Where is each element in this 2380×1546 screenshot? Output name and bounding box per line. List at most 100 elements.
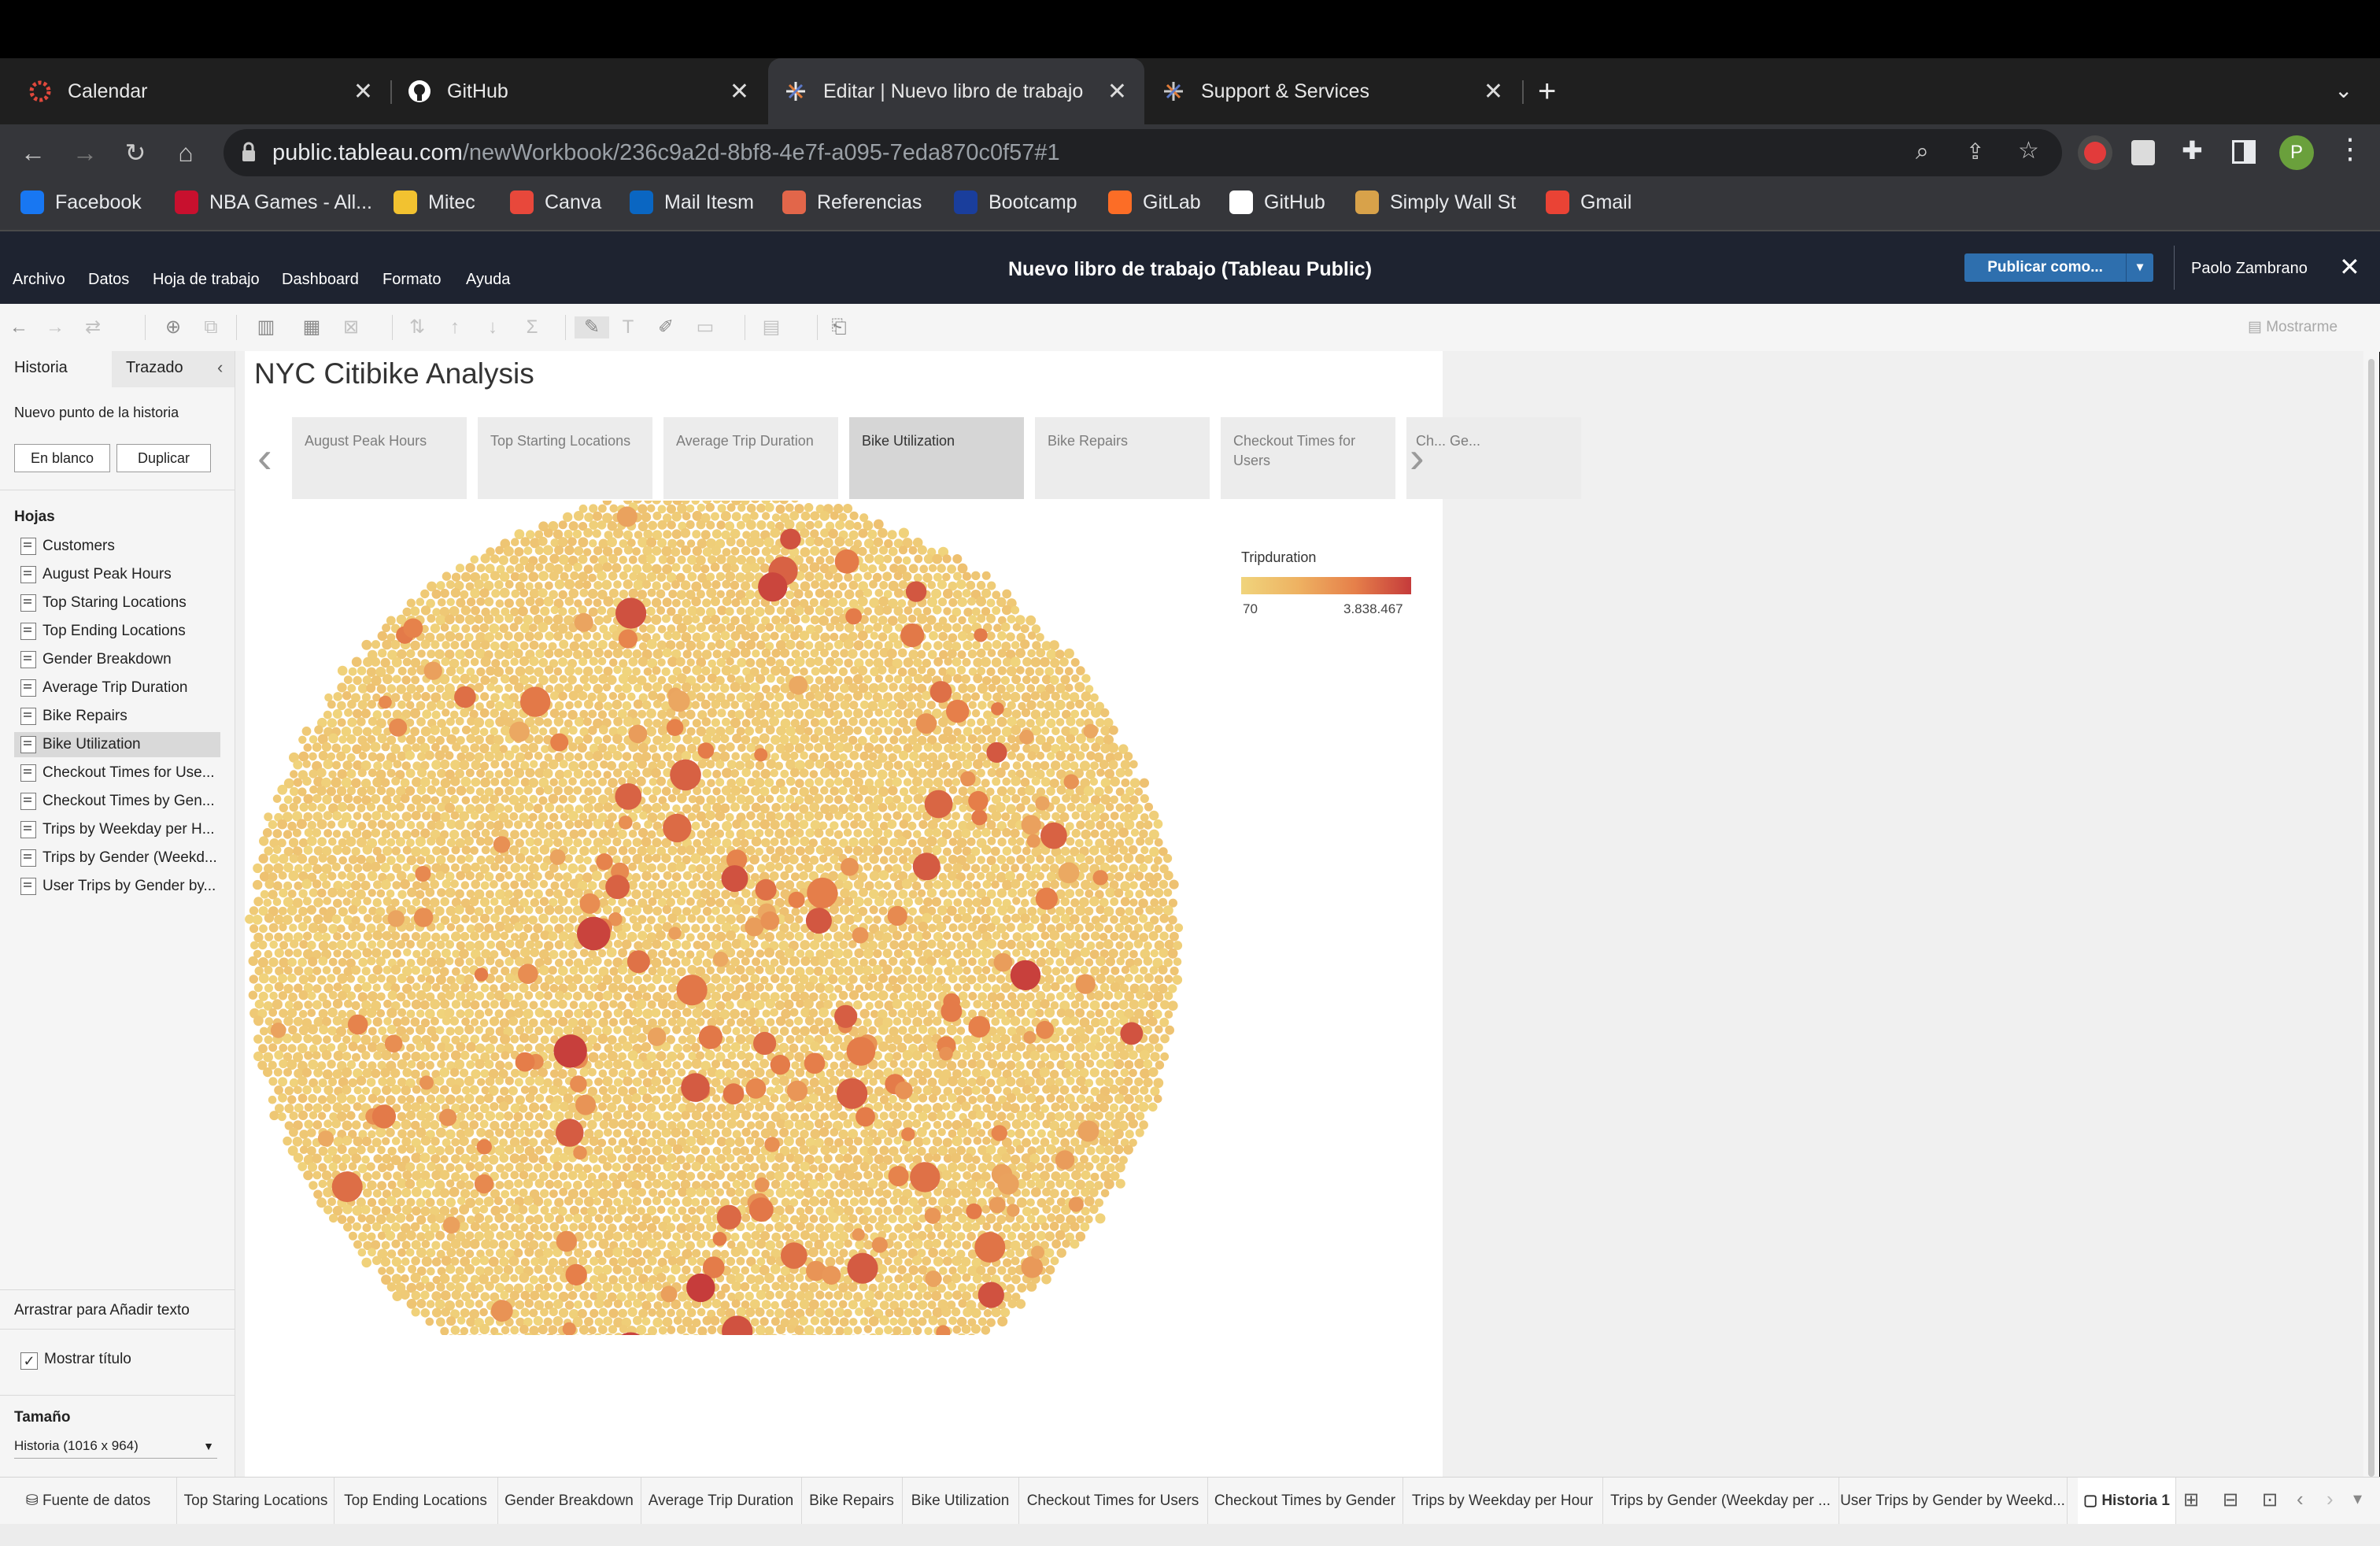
station-bubble[interactable] (371, 811, 382, 821)
station-bubble[interactable] (549, 915, 559, 924)
station-bubble[interactable] (440, 623, 449, 632)
station-bubble[interactable] (697, 880, 707, 889)
station-bubble[interactable] (803, 998, 814, 1009)
station-bubble[interactable] (1065, 974, 1074, 983)
station-bubble[interactable] (1106, 838, 1115, 847)
station-bubble[interactable] (358, 957, 368, 967)
station-bubble[interactable] (1040, 863, 1050, 872)
station-bubble[interactable] (484, 751, 495, 762)
station-bubble[interactable] (771, 853, 781, 864)
station-bubble[interactable] (819, 579, 830, 590)
station-bubble[interactable] (682, 649, 692, 659)
station-bubble[interactable] (471, 777, 481, 787)
station-bubble[interactable] (420, 589, 430, 599)
station-bubble[interactable] (553, 716, 564, 727)
station-bubble[interactable] (608, 571, 618, 581)
station-bubble[interactable] (1011, 605, 1020, 615)
station-bubble[interactable] (838, 582, 848, 591)
station-bubble[interactable] (933, 622, 944, 632)
station-bubble[interactable] (494, 786, 504, 797)
station-bubble[interactable] (776, 606, 785, 615)
station-bubble[interactable] (484, 905, 493, 915)
station-bubble[interactable] (248, 990, 258, 1000)
station-bubble[interactable] (656, 776, 666, 786)
sheet-item[interactable]: Bike Repairs (14, 704, 220, 729)
station-bubble[interactable] (513, 649, 523, 659)
station-bubble[interactable] (1135, 890, 1144, 899)
station-bubble[interactable] (691, 501, 700, 505)
station-bubble[interactable] (559, 794, 567, 804)
station-bubble[interactable] (879, 856, 889, 864)
station-bubble[interactable] (504, 613, 514, 623)
station-bubble[interactable] (298, 787, 307, 797)
station-bubble[interactable] (1007, 888, 1018, 898)
station-bubble[interactable] (253, 879, 263, 890)
bookmark-star-icon[interactable]: ☆ (2018, 137, 2039, 165)
station-bubble[interactable] (490, 727, 499, 736)
station-bubble[interactable] (883, 708, 893, 718)
station-bubble[interactable] (553, 838, 563, 848)
station-bubble[interactable] (1031, 675, 1040, 685)
station-bubble[interactable] (853, 762, 863, 771)
station-bubble[interactable] (253, 897, 264, 907)
station-bubble[interactable] (1123, 853, 1134, 864)
station-bubble[interactable] (548, 931, 558, 941)
station-bubble[interactable] (1060, 846, 1070, 856)
station-bubble[interactable] (850, 666, 859, 675)
station-bubble[interactable] (731, 938, 742, 949)
station-bubble[interactable] (873, 949, 882, 959)
station-bubble[interactable] (608, 897, 616, 906)
station-bubble[interactable] (705, 845, 715, 855)
station-bubble[interactable] (850, 820, 859, 829)
station-bubble[interactable] (864, 915, 874, 924)
station-bubble[interactable] (804, 571, 815, 582)
station-bubble[interactable] (878, 836, 889, 846)
station-bubble[interactable] (583, 856, 592, 865)
station-bubble[interactable] (687, 571, 697, 582)
station-bubble[interactable] (460, 983, 470, 993)
station-bubble[interactable] (569, 1000, 578, 1009)
station-bubble[interactable] (813, 793, 824, 804)
station-bubble[interactable] (647, 504, 656, 512)
station-bubble[interactable] (736, 520, 745, 530)
station-bubble[interactable] (416, 821, 425, 830)
station-bubble[interactable] (1011, 913, 1021, 923)
station-bubble[interactable] (996, 855, 1007, 864)
station-bubble[interactable] (1022, 846, 1031, 856)
station-bubble[interactable] (431, 760, 442, 770)
station-bubble[interactable] (710, 615, 721, 625)
station-bubble[interactable] (264, 949, 273, 959)
station-bubble[interactable] (514, 820, 523, 830)
station-bubble[interactable] (725, 725, 735, 735)
station-bubble[interactable] (609, 504, 619, 513)
station-bubble[interactable] (465, 768, 475, 778)
station-bubble[interactable] (510, 760, 519, 769)
station-bubble[interactable] (889, 872, 899, 882)
station-bubble[interactable] (737, 503, 746, 512)
station-bubble[interactable] (809, 562, 820, 573)
station-bubble[interactable] (543, 956, 552, 966)
station-bubble[interactable] (608, 778, 618, 788)
station-bubble[interactable] (378, 837, 387, 846)
station-bubble[interactable] (932, 742, 943, 753)
station-bubble[interactable] (578, 554, 588, 564)
station-bubble[interactable] (1159, 931, 1169, 941)
station-bubble[interactable] (612, 648, 623, 659)
station-bubble[interactable] (1099, 914, 1108, 923)
station-bubble[interactable] (712, 501, 722, 504)
station-bubble[interactable] (991, 1001, 1000, 1010)
station-bubble[interactable] (386, 684, 397, 693)
station-bubble[interactable] (1061, 691, 1070, 701)
station-bubble[interactable] (508, 845, 519, 856)
station-bubble[interactable] (316, 819, 327, 830)
station-bubble[interactable] (652, 906, 663, 916)
station-bubble[interactable] (1075, 1008, 1085, 1018)
station-bubble[interactable] (613, 716, 623, 727)
station-bubble[interactable] (1081, 829, 1091, 840)
station-bubble[interactable] (593, 647, 604, 658)
station-bubble[interactable] (667, 607, 676, 616)
station-bubble[interactable] (715, 760, 725, 769)
station-bubble[interactable] (717, 605, 727, 616)
station-bubble[interactable] (922, 982, 933, 992)
station-bubble[interactable] (938, 631, 948, 642)
